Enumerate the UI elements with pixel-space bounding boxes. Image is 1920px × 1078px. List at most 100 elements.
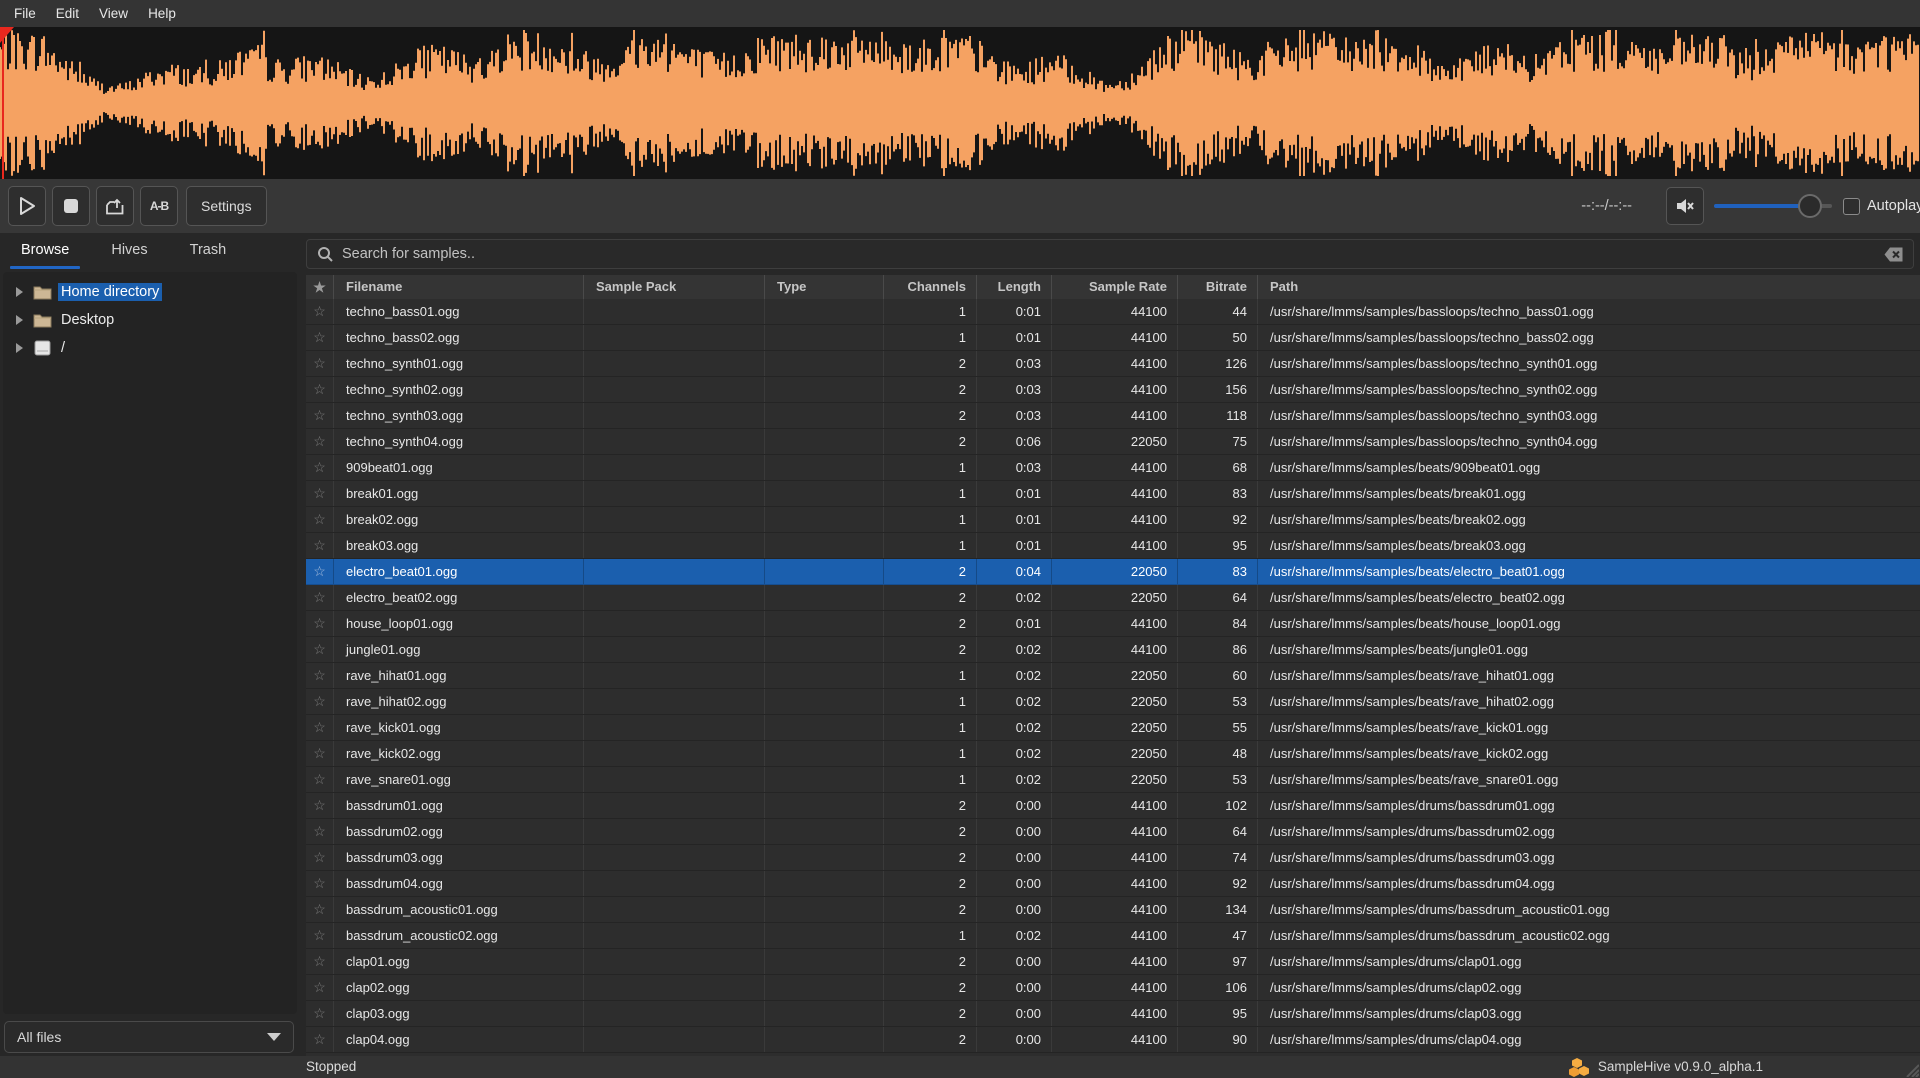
table-row[interactable]: ☆techno_bass02.ogg10:014410050/usr/share… <box>306 325 1920 351</box>
favorite-star-icon[interactable]: ☆ <box>306 611 334 636</box>
cell-filename: rave_kick01.ogg <box>334 715 584 740</box>
column-header-sample-pack[interactable]: Sample Pack <box>584 275 765 299</box>
favorite-star-icon[interactable]: ☆ <box>306 351 334 376</box>
favorite-star-icon[interactable]: ☆ <box>306 533 334 558</box>
table-row[interactable]: ☆electro_beat02.ogg20:022205064/usr/shar… <box>306 585 1920 611</box>
favorite-star-icon[interactable]: ☆ <box>306 715 334 740</box>
tab-browse[interactable]: Browse <box>8 233 82 271</box>
column-header-filename[interactable]: Filename <box>334 275 584 299</box>
column-header-type[interactable]: Type <box>765 275 884 299</box>
favorite-star-icon[interactable]: ☆ <box>306 689 334 714</box>
table-row[interactable]: ☆jungle01.ogg20:024410086/usr/share/lmms… <box>306 637 1920 663</box>
table-row[interactable]: ☆bassdrum_acoustic02.ogg10:024410047/usr… <box>306 923 1920 949</box>
tree-item-home-directory[interactable]: Home directory <box>3 278 297 306</box>
menu-edit[interactable]: Edit <box>46 0 89 27</box>
table-row[interactable]: ☆house_loop01.ogg20:014410084/usr/share/… <box>306 611 1920 637</box>
menu-view[interactable]: View <box>89 0 138 27</box>
favorite-star-icon[interactable]: ☆ <box>306 481 334 506</box>
table-row[interactable]: ☆clap03.ogg20:004410095/usr/share/lmms/s… <box>306 1001 1920 1027</box>
favorite-star-icon[interactable]: ☆ <box>306 637 334 662</box>
play-button[interactable] <box>8 186 46 226</box>
cell-length: 0:02 <box>977 767 1052 792</box>
volume-slider-knob[interactable] <box>1798 194 1822 218</box>
tab-hives[interactable]: Hives <box>98 233 160 271</box>
favorite-star-icon[interactable]: ☆ <box>306 429 334 454</box>
favorite-star-icon[interactable]: ☆ <box>306 845 334 870</box>
favorite-star-icon[interactable]: ☆ <box>306 299 334 324</box>
favorite-star-icon[interactable]: ☆ <box>306 1001 334 1026</box>
tree-item-desktop[interactable]: Desktop <box>3 306 297 334</box>
column-header-channels[interactable]: Channels <box>884 275 977 299</box>
favorite-star-icon[interactable]: ☆ <box>306 325 334 350</box>
caret-right-icon[interactable] <box>16 287 23 297</box>
column-header-sample-rate[interactable]: Sample Rate <box>1052 275 1178 299</box>
table-row[interactable]: ☆break01.ogg10:014410083/usr/share/lmms/… <box>306 481 1920 507</box>
column-header-length[interactable]: Length <box>977 275 1052 299</box>
table-row[interactable]: ☆bassdrum03.ogg20:004410074/usr/share/lm… <box>306 845 1920 871</box>
menu-file[interactable]: File <box>4 0 46 27</box>
table-row[interactable]: ☆clap04.ogg20:004410090/usr/share/lmms/s… <box>306 1027 1920 1053</box>
table-row[interactable]: ☆techno_synth04.ogg20:062205075/usr/shar… <box>306 429 1920 455</box>
clear-search-icon[interactable] <box>1884 247 1903 262</box>
search-input[interactable] <box>342 246 1884 262</box>
table-row[interactable]: ☆909beat01.ogg10:034410068/usr/share/lmm… <box>306 455 1920 481</box>
table-row[interactable]: ☆electro_beat01.ogg20:042205083/usr/shar… <box>306 559 1920 585</box>
column-header-bitrate[interactable]: Bitrate <box>1178 275 1258 299</box>
column-header-path[interactable]: Path <box>1258 275 1920 299</box>
favorite-star-icon[interactable]: ☆ <box>306 377 334 402</box>
table-row[interactable]: ☆techno_synth03.ogg20:0344100118/usr/sha… <box>306 403 1920 429</box>
table-row[interactable]: ☆rave_kick01.ogg10:022205055/usr/share/l… <box>306 715 1920 741</box>
favorite-star-icon[interactable]: ☆ <box>306 663 334 688</box>
search-bar[interactable] <box>306 239 1914 269</box>
table-row[interactable]: ☆techno_synth02.ogg20:0344100156/usr/sha… <box>306 377 1920 403</box>
waveform-panel[interactable] <box>0 27 1920 179</box>
table-row[interactable]: ☆rave_snare01.ogg10:022205053/usr/share/… <box>306 767 1920 793</box>
table-row[interactable]: ☆techno_bass01.ogg10:014410044/usr/share… <box>306 299 1920 325</box>
stop-button[interactable] <box>52 186 90 226</box>
table-row[interactable]: ☆break02.ogg10:014410092/usr/share/lmms/… <box>306 507 1920 533</box>
caret-right-icon[interactable] <box>16 315 23 325</box>
favorite-star-icon[interactable]: ☆ <box>306 923 334 948</box>
loop-ab-button[interactable]: A-B <box>140 186 178 226</box>
table-row[interactable]: ☆bassdrum04.ogg20:004410092/usr/share/lm… <box>306 871 1920 897</box>
favorite-star-icon[interactable]: ☆ <box>306 507 334 532</box>
table-row[interactable]: ☆clap02.ogg20:0044100106/usr/share/lmms/… <box>306 975 1920 1001</box>
cell-sample_pack <box>584 975 765 1000</box>
table-row[interactable]: ☆rave_hihat02.ogg10:022205053/usr/share/… <box>306 689 1920 715</box>
table-row[interactable]: ☆bassdrum01.ogg20:0044100102/usr/share/l… <box>306 793 1920 819</box>
caret-right-icon[interactable] <box>16 343 23 353</box>
favorite-star-icon[interactable]: ☆ <box>306 793 334 818</box>
table-row[interactable]: ☆techno_synth01.ogg20:0344100126/usr/sha… <box>306 351 1920 377</box>
resize-grip[interactable] <box>1901 1059 1919 1077</box>
loop-sample-button[interactable] <box>96 186 134 226</box>
tab-trash[interactable]: Trash <box>177 233 240 271</box>
table-row[interactable]: ☆rave_kick02.ogg10:022205048/usr/share/l… <box>306 741 1920 767</box>
file-filter-dropdown[interactable]: All files <box>4 1021 294 1053</box>
favorite-star-icon[interactable]: ☆ <box>306 741 334 766</box>
autoplay-checkbox[interactable] <box>1843 198 1860 215</box>
mute-speaker-icon <box>1675 197 1696 215</box>
favorite-star-icon[interactable]: ☆ <box>306 871 334 896</box>
volume-slider[interactable] <box>1714 204 1832 208</box>
column-header-favorite[interactable]: ★ <box>306 275 334 299</box>
table-row[interactable]: ☆clap01.ogg20:004410097/usr/share/lmms/s… <box>306 949 1920 975</box>
settings-button[interactable]: Settings <box>186 186 267 226</box>
cell-channels: 2 <box>884 403 977 428</box>
table-row[interactable]: ☆rave_hihat01.ogg10:022205060/usr/share/… <box>306 663 1920 689</box>
favorite-star-icon[interactable]: ☆ <box>306 975 334 1000</box>
favorite-star-icon[interactable]: ☆ <box>306 403 334 428</box>
favorite-star-icon[interactable]: ☆ <box>306 767 334 792</box>
table-row[interactable]: ☆break03.ogg10:014410095/usr/share/lmms/… <box>306 533 1920 559</box>
favorite-star-icon[interactable]: ☆ <box>306 455 334 480</box>
menu-help[interactable]: Help <box>138 0 186 27</box>
table-row[interactable]: ☆bassdrum02.ogg20:004410064/usr/share/lm… <box>306 819 1920 845</box>
favorite-star-icon[interactable]: ☆ <box>306 949 334 974</box>
favorite-star-icon[interactable]: ☆ <box>306 1027 334 1052</box>
favorite-star-icon[interactable]: ☆ <box>306 897 334 922</box>
tree-item-root[interactable]: / <box>3 334 297 362</box>
favorite-star-icon[interactable]: ☆ <box>306 585 334 610</box>
table-row[interactable]: ☆bassdrum_acoustic01.ogg20:0044100134/us… <box>306 897 1920 923</box>
mute-button[interactable] <box>1666 187 1704 225</box>
favorite-star-icon[interactable]: ☆ <box>306 559 334 584</box>
favorite-star-icon[interactable]: ☆ <box>306 819 334 844</box>
